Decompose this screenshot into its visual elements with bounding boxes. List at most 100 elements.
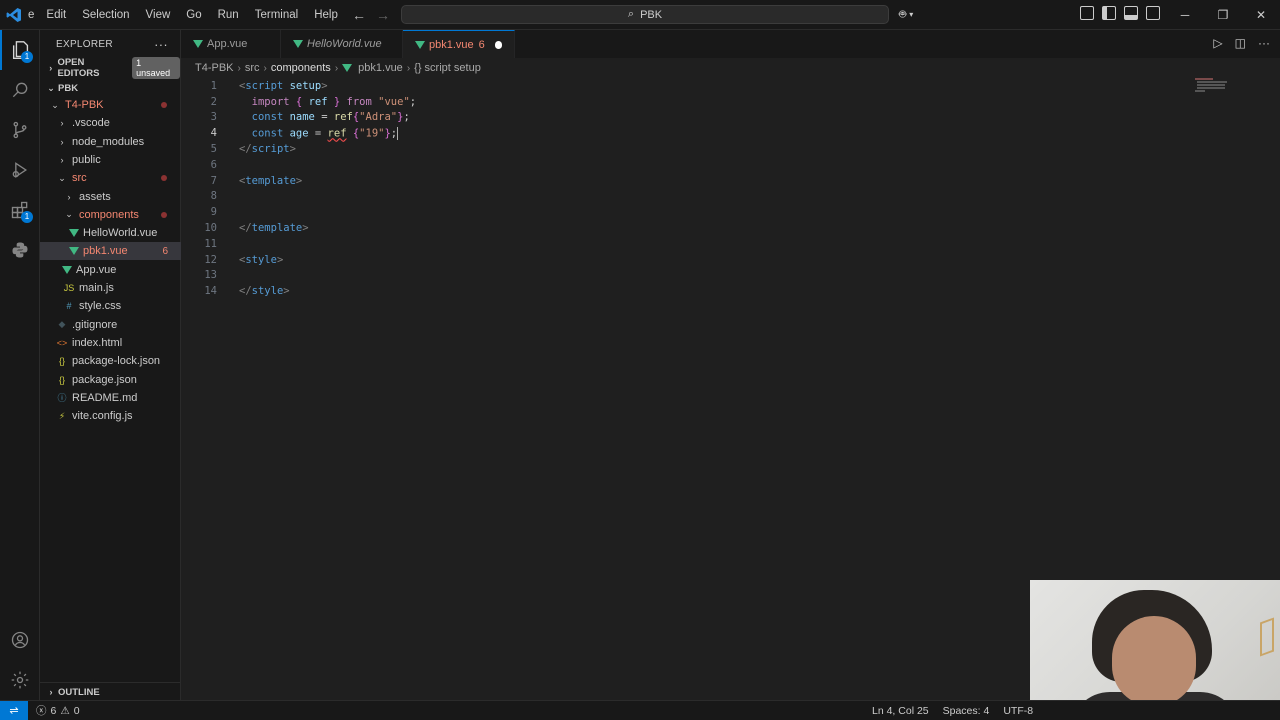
file-tree-item[interactable]: ⌄ src xyxy=(40,169,181,187)
extensions-badge: 1 xyxy=(21,211,33,223)
code-line[interactable]: <style> xyxy=(239,254,283,266)
folder-open-icon: ⌄ xyxy=(65,209,73,220)
file-tree-item[interactable]: App.vue xyxy=(40,261,181,279)
menu-terminal[interactable]: Terminal xyxy=(247,0,306,30)
file-tree-item[interactable]: › public xyxy=(40,151,181,169)
restore-icon[interactable]: ❐ xyxy=(1204,0,1242,30)
line-number: 14 xyxy=(204,285,217,298)
unsaved-dot-icon[interactable] xyxy=(494,40,502,49)
toggle-secondary-sidebar-icon[interactable] xyxy=(1146,6,1160,20)
file-tree-item[interactable]: # style.css xyxy=(40,297,181,315)
file-tree-item[interactable]: JS main.js xyxy=(40,279,181,297)
file-tree-item[interactable]: ⌄ components xyxy=(40,206,181,224)
file-tree-item[interactable]: <> index.html xyxy=(40,334,181,352)
file-tree-item[interactable]: › node_modules xyxy=(40,133,181,151)
python-icon[interactable] xyxy=(0,230,40,270)
minimize-icon[interactable]: ─ xyxy=(1166,0,1204,30)
file-tree-item[interactable]: › .vscode xyxy=(40,114,181,132)
cursor-position[interactable]: Ln 4, Col 25 xyxy=(872,705,929,717)
file-tree-label: index.html xyxy=(72,336,123,349)
folder-closed-icon: › xyxy=(60,136,64,147)
code-line[interactable]: <script setup> xyxy=(239,80,328,92)
code-line[interactable]: <template> xyxy=(239,175,302,187)
breadcrumb-item[interactable]: T4-PBK xyxy=(195,62,234,74)
encoding[interactable]: UTF-8 xyxy=(1003,705,1033,717)
close-icon[interactable]: ✕ xyxy=(1242,0,1280,30)
menu-run[interactable]: Run xyxy=(210,0,247,30)
file-tree-item[interactable]: ⌄ T4-PBK xyxy=(40,96,181,114)
command-center-search[interactable]: ⌕ PBK xyxy=(401,5,889,24)
code-line[interactable]: </script> xyxy=(239,143,296,155)
breadcrumb-item[interactable]: src xyxy=(245,62,260,74)
outline-label: OUTLINE xyxy=(58,686,100,698)
tab-helloworld-vue[interactable]: HelloWorld.vue xyxy=(281,30,403,58)
file-tree-item[interactable]: pbk1.vue 6 xyxy=(40,242,181,261)
explorer-badge: 1 xyxy=(21,51,33,63)
outline-section[interactable]: › OUTLINE xyxy=(40,683,181,701)
menu-file-partial[interactable]: e xyxy=(28,0,38,30)
problems-indicator[interactable]: ⓧ 6 ⚠ 0 xyxy=(36,703,80,718)
file-tree-item[interactable]: ◆ .gitignore xyxy=(40,316,181,334)
file-tree-label: style.css xyxy=(79,300,122,313)
customize-layout-icon[interactable] xyxy=(1080,6,1094,20)
indentation[interactable]: Spaces: 4 xyxy=(943,705,990,717)
toggle-panel-icon[interactable] xyxy=(1124,6,1138,20)
file-tree-label: main.js xyxy=(79,282,114,294)
menu-edit[interactable]: Edit xyxy=(38,0,74,30)
menu-go[interactable]: Go xyxy=(178,0,209,30)
workspace-label: PBK xyxy=(58,82,79,94)
line-number: 9 xyxy=(210,206,217,219)
open-editors-section[interactable]: › OPEN EDITORS 1 unsaved xyxy=(40,57,181,79)
search-icon[interactable] xyxy=(0,70,40,110)
breadcrumb-item[interactable]: pbk1.vue xyxy=(358,62,403,74)
tab-pbk1-vue[interactable]: pbk1.vue 6 xyxy=(403,30,515,58)
file-tree-item[interactable]: › assets xyxy=(40,188,181,206)
file-tree-item[interactable]: HelloWorld.vue xyxy=(40,224,181,242)
explorer-icon[interactable]: 1 xyxy=(0,30,40,70)
extensions-icon[interactable]: 1 xyxy=(0,190,40,230)
file-tree-item[interactable]: ⓘ README.md xyxy=(40,389,181,407)
breadcrumb-item[interactable]: {} script setup xyxy=(414,62,481,74)
tab-label: HelloWorld.vue xyxy=(307,38,382,50)
file-tree-label: package-lock.json xyxy=(72,355,161,368)
warning-icon: ⚠ xyxy=(60,704,70,717)
copilot-button[interactable]: 🤖︎ ▾ xyxy=(899,6,913,23)
run-file-icon[interactable]: ▷ xyxy=(1213,36,1222,50)
tab-app-vue[interactable]: App.vue xyxy=(181,30,281,58)
minimap[interactable] xyxy=(1193,78,1278,118)
line-number: 3 xyxy=(210,111,217,124)
file-tree-label: HelloWorld.vue xyxy=(83,227,158,240)
toggle-primary-sidebar-icon[interactable] xyxy=(1102,6,1116,20)
forward-arrow-icon[interactable]: → xyxy=(376,7,390,23)
activity-bar: 1 1 xyxy=(0,30,40,700)
code-line[interactable]: </style> xyxy=(239,285,290,297)
workspace-section[interactable]: ⌄ PBK xyxy=(40,78,180,98)
code-line[interactable]: const age = ref {"19"}; xyxy=(239,126,399,140)
menu-view[interactable]: View xyxy=(138,0,179,30)
more-actions-icon[interactable]: ··· xyxy=(1258,36,1270,50)
more-actions-icon[interactable]: ··· xyxy=(154,37,168,52)
split-editor-icon[interactable]: ◫ xyxy=(1235,36,1246,50)
menu-selection[interactable]: Selection xyxy=(74,0,137,30)
code-line[interactable]: import { ref } from "vue"; xyxy=(239,96,416,108)
git-file-icon: ◆ xyxy=(58,319,66,330)
account-icon[interactable] xyxy=(0,620,40,660)
back-arrow-icon[interactable]: ← xyxy=(352,7,366,23)
breadcrumb-item[interactable]: components xyxy=(271,62,331,74)
source-control-icon[interactable] xyxy=(0,110,40,150)
text-cursor xyxy=(397,126,399,140)
menu-help[interactable]: Help xyxy=(306,0,346,30)
file-tree-item[interactable]: {} package-lock.json xyxy=(40,352,181,370)
run-debug-icon[interactable] xyxy=(0,150,40,190)
file-tree-item[interactable]: {} package.json xyxy=(40,371,181,389)
remote-indicator-icon[interactable]: ⇌ xyxy=(0,700,28,720)
code-line[interactable]: </template> xyxy=(239,222,309,234)
code-line[interactable]: const name = ref{"Adra"}; xyxy=(239,111,410,123)
open-editors-label: OPEN EDITORS xyxy=(57,57,100,79)
title-bar: e Edit Selection View Go Run Terminal He… xyxy=(0,0,1280,30)
chevron-right-icon: › xyxy=(263,62,267,74)
chevron-right-icon: › xyxy=(49,63,53,73)
file-tree-item[interactable]: ⚡ vite.config.js xyxy=(40,407,181,425)
manage-gear-icon[interactable] xyxy=(0,660,40,700)
webcam-overlay xyxy=(1030,580,1280,720)
